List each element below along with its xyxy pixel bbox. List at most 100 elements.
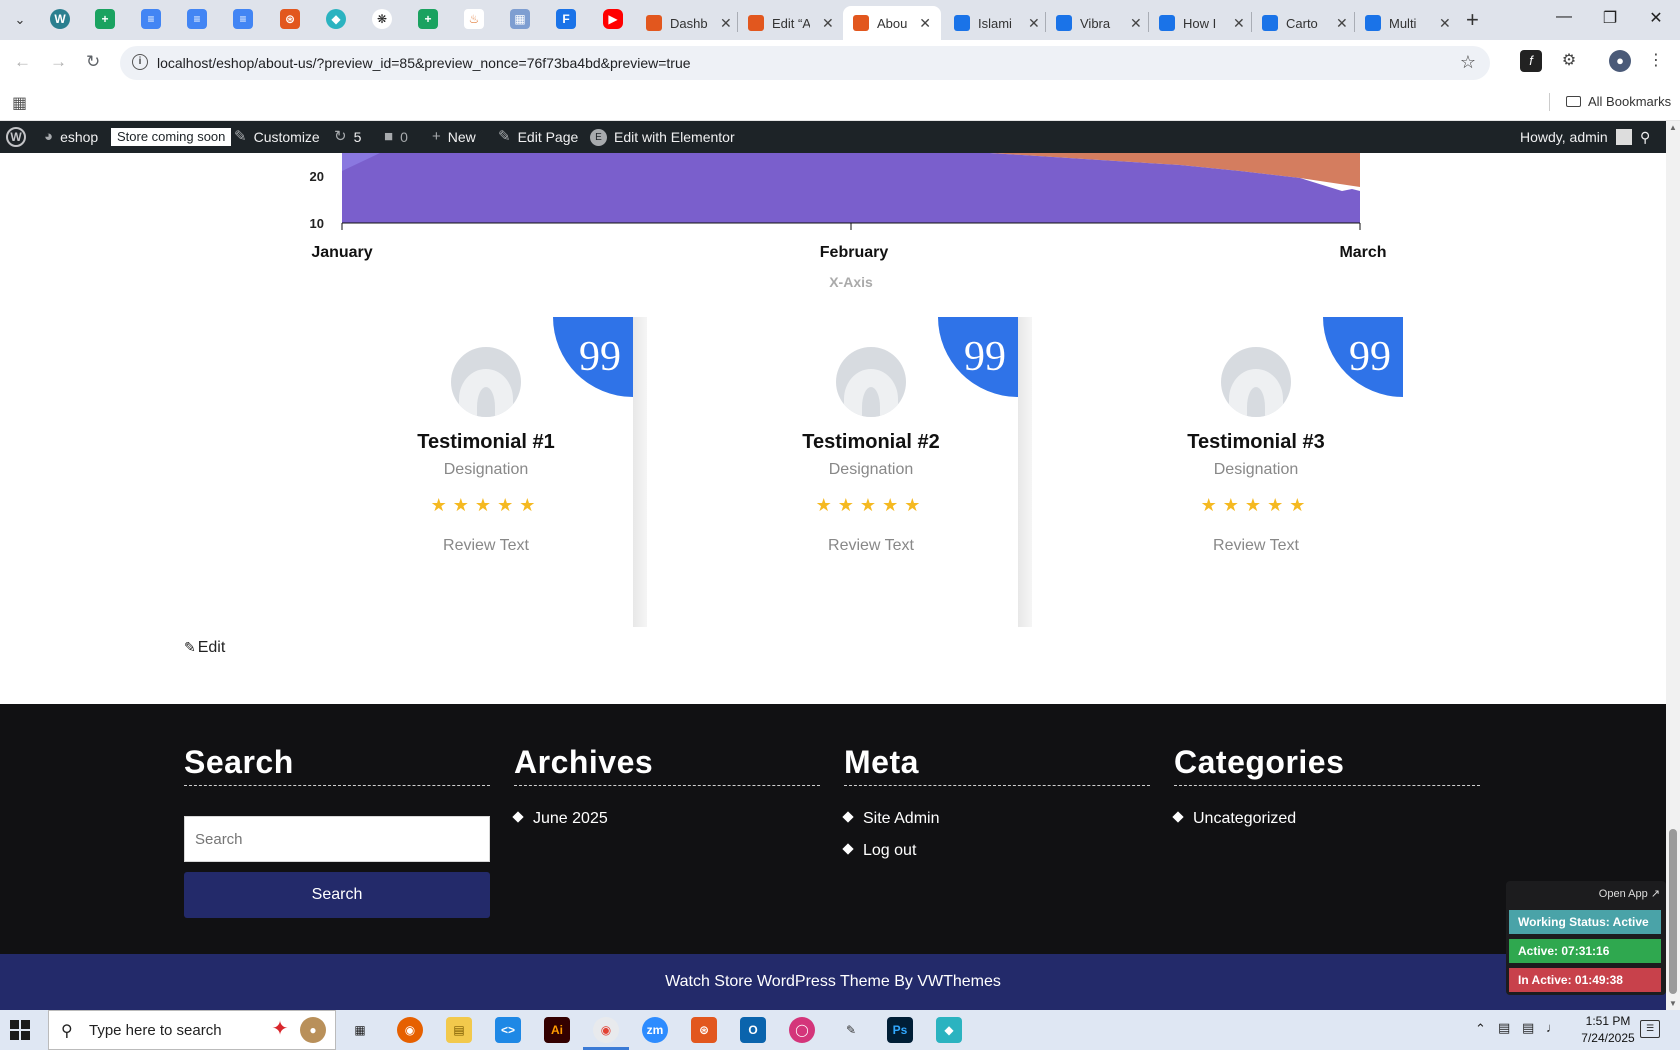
footer-search-button[interactable]: Search xyxy=(184,872,490,918)
close-icon[interactable]: ✕ xyxy=(1233,15,1245,32)
close-icon[interactable]: ✕ xyxy=(1336,15,1348,32)
admin-search-icon[interactable]: ⚲ xyxy=(1640,121,1650,153)
pinned-tab-xampp-icon[interactable]: ⊛ xyxy=(280,9,300,29)
extensions-puzzle-icon[interactable]: ⚙ xyxy=(1558,50,1580,72)
tab-how[interactable]: How I ✕ xyxy=(1149,6,1255,40)
url-text[interactable]: localhost/eshop/about-us/?preview_id=85&… xyxy=(157,55,691,71)
address-bar[interactable]: i localhost/eshop/about-us/?preview_id=8… xyxy=(120,46,1490,80)
meta-link-log-out[interactable]: Log out xyxy=(842,842,1150,860)
close-icon[interactable]: ✕ xyxy=(720,15,732,32)
pinned-tab-docs-icon[interactable]: ≡ xyxy=(141,9,161,29)
extension-icon[interactable]: f xyxy=(1520,50,1542,72)
close-icon[interactable]: ✕ xyxy=(919,15,931,32)
tab-label: Multi xyxy=(1389,15,1417,31)
scrollbar-thumb[interactable] xyxy=(1669,829,1677,994)
forward-arrow-icon[interactable]: → xyxy=(50,52,67,72)
volume-icon[interactable]: ♩ xyxy=(1546,1020,1559,1035)
customize-link[interactable]: ✎ Customize xyxy=(234,121,320,153)
chevron-up-icon[interactable]: ⌃ xyxy=(1475,1021,1486,1037)
close-icon[interactable]: ✕ xyxy=(1439,15,1451,32)
menu-kebab-icon[interactable]: ⋮ xyxy=(1645,50,1667,72)
taskbar-app-icon[interactable]: ✦ xyxy=(267,1016,293,1042)
archive-link[interactable]: June 2025 xyxy=(512,810,820,828)
pinned-tab-sheets-icon[interactable]: + xyxy=(95,9,115,29)
bookmark-star-icon[interactable]: ☆ xyxy=(1460,52,1476,73)
edit-page-link[interactable]: ✎ Edit Page xyxy=(498,121,578,153)
edit-with-elementor-link[interactable]: E Edit with Elementor xyxy=(590,121,735,153)
all-bookmarks-button[interactable]: All Bookmarks xyxy=(1566,94,1671,109)
site-info-icon[interactable]: i xyxy=(132,54,148,70)
close-icon[interactable]: ✕ xyxy=(1130,15,1142,32)
tab-multi[interactable]: Multi ✕ xyxy=(1355,6,1461,40)
notification-icon[interactable]: ☰ xyxy=(1640,1020,1660,1038)
pinned-tab-docs-icon[interactable]: ≡ xyxy=(187,9,207,29)
open-app-link[interactable]: Open App ↗ xyxy=(1599,887,1660,900)
tab-label: Islami xyxy=(978,15,1012,31)
pinned-tab-chatgpt-icon[interactable]: ❋ xyxy=(372,9,392,29)
pinned-tab-sheets-icon[interactable]: + xyxy=(418,9,438,29)
pen-tool-icon[interactable]: ✎ xyxy=(838,1017,864,1043)
windows-start-icon[interactable] xyxy=(10,1020,30,1040)
wifi-icon[interactable]: ▤ xyxy=(1522,1020,1534,1036)
taskbar-app-icon[interactable]: ● xyxy=(300,1017,326,1043)
footer-search-input[interactable] xyxy=(184,816,490,862)
wordpress-logo-icon[interactable]: W xyxy=(6,121,26,153)
pinned-tab-docs-icon[interactable]: ≡ xyxy=(233,9,253,29)
pinned-tab-app-icon[interactable]: ▦ xyxy=(510,9,530,29)
close-icon[interactable]: ✕ xyxy=(1028,15,1040,32)
back-arrow-icon[interactable]: ← xyxy=(14,52,31,72)
my-account-link[interactable]: Howdy, admin xyxy=(1520,121,1632,153)
taskbar-clock[interactable]: 1:51 PM 7/24/2025 xyxy=(1568,1013,1648,1047)
reload-icon[interactable]: ↻ xyxy=(86,52,100,72)
pinned-tab-wordpress-icon[interactable]: W xyxy=(50,9,70,29)
apps-grid-icon[interactable]: ▦ xyxy=(12,93,27,113)
updates-link[interactable]: ↻ 5 xyxy=(334,121,361,153)
close-icon[interactable]: ✕ xyxy=(822,15,834,32)
network-icon[interactable]: ▤ xyxy=(1498,1020,1510,1036)
new-content-link[interactable]: + New xyxy=(432,121,476,153)
page-scrollbar[interactable]: ▲ ▼ xyxy=(1666,121,1680,1010)
tab-label: Edit “A xyxy=(772,15,810,31)
edit-link[interactable]: ✎ Edit xyxy=(184,639,225,657)
photoshop-icon[interactable]: Ps xyxy=(887,1017,913,1043)
tab-edit-about[interactable]: Edit “A ✕ xyxy=(738,6,844,40)
testimonial-avatar xyxy=(451,347,521,417)
chrome-icon[interactable]: ◉ xyxy=(593,1017,619,1043)
xampp-icon[interactable]: ⊛ xyxy=(691,1017,717,1043)
file-explorer-icon[interactable]: ▤ xyxy=(446,1017,472,1043)
pinned-tab-youtube-icon[interactable]: ▶ xyxy=(603,9,623,29)
zoom-icon[interactable]: zm xyxy=(642,1017,668,1043)
rating-stars-icon: ★★★★★ xyxy=(815,495,927,515)
restore-button[interactable]: ❐ xyxy=(1587,8,1633,28)
task-view-icon[interactable]: ▦ xyxy=(347,1017,373,1043)
taskbar-app-icon[interactable]: ◆ xyxy=(936,1017,962,1043)
tab-cartoon[interactable]: Carto ✕ xyxy=(1252,6,1358,40)
meta-link-site-admin[interactable]: Site Admin xyxy=(842,810,1150,828)
profile-avatar-icon[interactable]: ● xyxy=(1609,50,1631,72)
firefox-icon[interactable]: ◉ xyxy=(397,1017,423,1043)
category-link[interactable]: Uncategorized xyxy=(1172,810,1480,828)
pinned-tab-app-icon[interactable]: ◆ xyxy=(326,9,346,29)
pinned-tab-java-icon[interactable]: ♨ xyxy=(464,9,484,29)
minimize-button[interactable]: — xyxy=(1541,8,1587,26)
admin-site-link[interactable]: ◕ eshop xyxy=(44,121,98,153)
tab-dashboard[interactable]: Dashb ✕ xyxy=(636,6,742,40)
vscode-icon[interactable]: <> xyxy=(495,1017,521,1043)
tab-search-icon[interactable]: ⌄ xyxy=(8,8,32,32)
comments-link[interactable]: ■ 0 xyxy=(384,121,408,153)
illustrator-icon[interactable]: Ai xyxy=(544,1017,570,1043)
creative-cloud-icon[interactable]: ◯ xyxy=(789,1017,815,1043)
clock-time: 1:51 PM xyxy=(1585,1014,1631,1028)
tab-about[interactable]: About ✕ xyxy=(843,6,941,40)
pinned-tab-forms-icon[interactable]: F xyxy=(556,9,576,29)
tab-vibrant[interactable]: Vibra ✕ xyxy=(1046,6,1152,40)
outlook-icon[interactable]: O xyxy=(740,1017,766,1043)
tab-islamic[interactable]: Islami ✕ xyxy=(944,6,1050,40)
new-tab-button[interactable]: + xyxy=(1466,7,1479,33)
copyright-text[interactable]: Watch Store WordPress Theme By VWThemes xyxy=(665,973,1001,990)
scroll-up-icon[interactable]: ▲ xyxy=(1669,123,1677,132)
forms-icon xyxy=(1056,15,1072,31)
close-window-button[interactable]: ✕ xyxy=(1633,8,1679,28)
scroll-down-icon[interactable]: ▼ xyxy=(1669,999,1677,1008)
store-coming-soon-badge[interactable]: Store coming soon xyxy=(111,121,232,153)
